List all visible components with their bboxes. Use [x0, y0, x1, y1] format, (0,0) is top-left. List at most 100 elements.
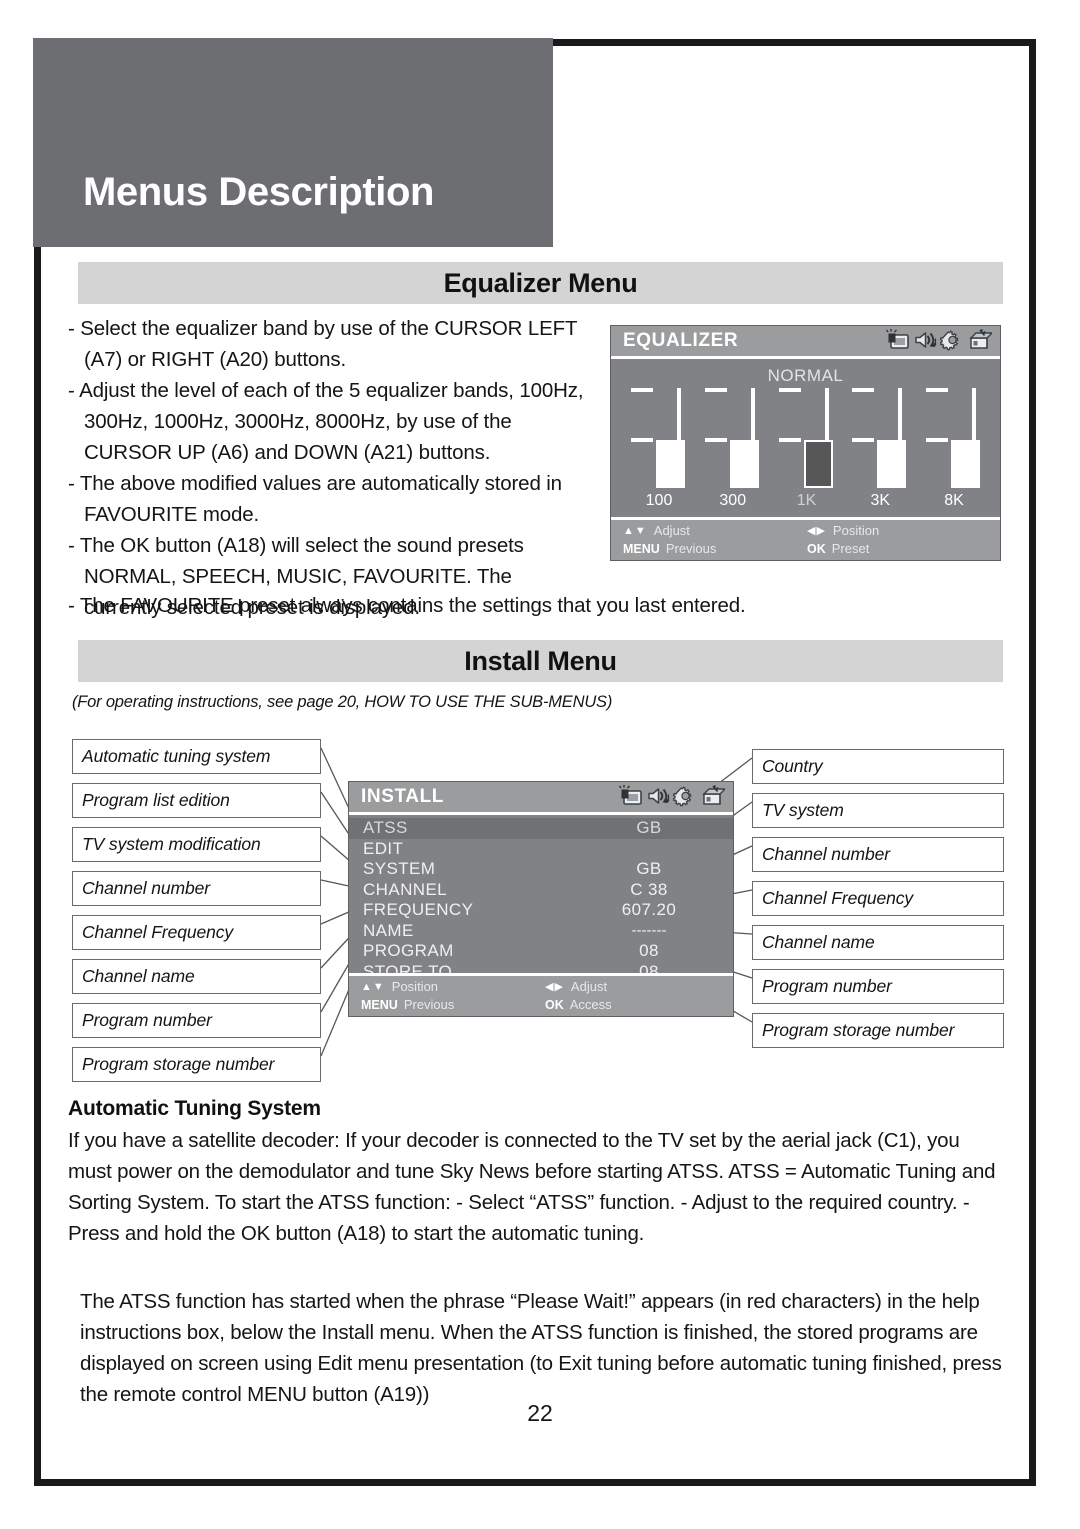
- menu-key-label: MENU: [361, 997, 398, 1012]
- install-row-label: PROGRAM: [363, 941, 454, 961]
- footer-adjust-hint: ▲▼ Adjust: [623, 523, 690, 538]
- band-tick-mid: [631, 438, 653, 442]
- chapter-title: Menus Description: [83, 170, 435, 214]
- section-title-install: Install Menu: [78, 640, 1003, 682]
- footer-preset-label: Preset: [831, 541, 870, 556]
- band-tick-top: [704, 388, 727, 392]
- equalizer-osd-title: EQUALIZER: [623, 330, 739, 351]
- footer-adjust-label: Adjust: [570, 979, 608, 994]
- install-row-atss[interactable]: ATSS GB: [349, 818, 733, 839]
- ok-key-label: OK: [807, 541, 826, 556]
- ats-paragraph-2: The ATSS function has started when the p…: [80, 1290, 1002, 1406]
- install-menu-list: ATSS GB EDIT SYSTEM GB CHANNEL C 38 FREQ…: [349, 818, 733, 982]
- sound-icon: [915, 332, 937, 348]
- band-label-8k: 8K: [944, 492, 964, 509]
- install-row-value: C 38: [630, 879, 668, 899]
- band-fill: [656, 440, 685, 488]
- install-osd-titlebar: INSTALL: [349, 782, 733, 815]
- install-operating-note: (For operating instructions, see page 20…: [72, 693, 613, 711]
- callout-right-channel-name: Channel name: [752, 925, 1004, 960]
- menu-key-label: MENU: [623, 541, 660, 556]
- install-row-edit[interactable]: EDIT: [349, 839, 733, 860]
- callout-right-channel-number: Channel number: [752, 837, 1004, 872]
- install-row-value: -------: [631, 922, 667, 940]
- osd-icon-group: [886, 328, 992, 352]
- install-row-label: CHANNEL: [363, 879, 448, 899]
- install-row-value: 607.20: [621, 900, 677, 920]
- picture-icon: [886, 329, 909, 349]
- band-fill: [877, 440, 907, 488]
- band-tick-mid: [704, 438, 727, 442]
- equalizer-bullet: - Adjust the level of each of the 5 equa…: [68, 379, 584, 464]
- features-icon: [940, 330, 959, 351]
- callout-left-program-storage-number: Program storage number: [72, 1047, 321, 1082]
- equalizer-bullet: - Select the equalizer band by use of th…: [68, 317, 577, 371]
- band-fill: [951, 440, 980, 488]
- left-right-arrows-icon: ◀▶: [545, 981, 564, 993]
- install-row-name[interactable]: NAME -------: [349, 921, 733, 942]
- up-down-arrows-icon: ▲▼: [623, 524, 647, 537]
- sound-icon: [648, 788, 670, 804]
- install-row-label: FREQUENCY: [363, 900, 474, 920]
- section-title-equalizer: Equalizer Menu: [78, 262, 1003, 304]
- equalizer-band-group: [629, 388, 984, 488]
- install-icon: [969, 329, 992, 349]
- install-row-value: GB: [636, 818, 662, 838]
- footer-adjust-hint: ◀▶ Adjust: [545, 979, 607, 994]
- equalizer-band-8k[interactable]: [924, 388, 984, 488]
- band-label-3k: 3K: [870, 492, 891, 509]
- callout-right-country: Country: [752, 749, 1004, 784]
- equalizer-band-1k[interactable]: [777, 388, 837, 488]
- callout-left-tv-system-modification: TV system modification: [72, 827, 321, 862]
- install-osd-footer: ▲▼ Position MENU Previous ◀▶ Adjust OK A…: [349, 973, 733, 1016]
- callout-left-automatic-tuning-system: Automatic tuning system: [72, 739, 321, 774]
- install-row-system[interactable]: SYSTEM GB: [349, 859, 733, 880]
- install-osd-panel: INSTALL ATSS GB EDIT SYSTEM GB CHANNEL C…: [348, 781, 734, 1017]
- install-row-frequency[interactable]: FREQUENCY 607.20: [349, 900, 733, 921]
- equalizer-bullet-list: - Select the equalizer band by use of th…: [68, 313, 588, 623]
- band-tick-top: [631, 388, 653, 392]
- callout-left-channel-frequency: Channel Frequency: [72, 915, 321, 950]
- callout-left-channel-name: Channel name: [72, 959, 321, 994]
- callout-right-program-number: Program number: [752, 969, 1004, 1004]
- equalizer-favourite-note: - The FAVOURITE preset always contains t…: [68, 594, 746, 617]
- install-icon: [702, 785, 725, 805]
- install-osd-title: INSTALL: [361, 786, 445, 807]
- band-tick-top: [926, 388, 948, 392]
- footer-adjust-label: Adjust: [653, 523, 690, 538]
- callout-left-program-number: Program number: [72, 1003, 321, 1038]
- install-row-channel[interactable]: CHANNEL C 38: [349, 880, 733, 901]
- callout-left-channel-number: Channel number: [72, 871, 321, 906]
- callout-right-program-storage-number: Program storage number: [752, 1013, 1004, 1048]
- footer-previous-label: Previous: [665, 541, 717, 556]
- install-row-value: 08: [639, 941, 659, 961]
- equalizer-bullet: - The above modified values are automati…: [68, 472, 562, 526]
- equalizer-band-100[interactable]: [629, 388, 689, 488]
- footer-previous-label: Previous: [403, 997, 455, 1012]
- footer-ok-hint: OK Access: [545, 997, 612, 1012]
- ats-paragraph-1: If you have a satellite decoder: If your…: [68, 1129, 996, 1245]
- equalizer-osd-footer: ▲▼ Adjust MENU Previous ◀▶ Position OK P…: [611, 517, 1000, 560]
- features-icon: [673, 786, 692, 807]
- band-tick-mid: [852, 438, 875, 442]
- install-row-label: NAME: [363, 920, 414, 940]
- footer-position-label: Position: [391, 979, 439, 994]
- equalizer-osd-panel: EQUALIZER NORMAL 100 300 1K 3K 8K ▲▼ Adj…: [610, 325, 1001, 561]
- footer-position-label: Position: [832, 523, 880, 538]
- install-row-label: ATSS: [363, 818, 408, 838]
- footer-menu-hint: MENU Previous: [361, 997, 454, 1012]
- callout-right-channel-frequency: Channel Frequency: [752, 881, 1004, 916]
- left-right-arrows-icon: ◀▶: [807, 525, 826, 537]
- install-row-value: GB: [636, 859, 662, 879]
- band-label-300: 300: [719, 492, 747, 509]
- footer-ok-hint: OK Preset: [807, 541, 869, 556]
- page-number: 22: [527, 1400, 553, 1426]
- band-tick-mid: [778, 438, 801, 442]
- footer-access-label: Access: [569, 997, 612, 1012]
- equalizer-band-3k[interactable]: [850, 388, 910, 488]
- equalizer-band-300[interactable]: [703, 388, 763, 488]
- footer-position-hint: ◀▶ Position: [807, 523, 879, 538]
- install-row-program[interactable]: PROGRAM 08: [349, 941, 733, 962]
- footer-menu-hint: MENU Previous: [623, 541, 716, 556]
- equalizer-band-labels: 100 300 1K 3K 8K: [629, 492, 984, 514]
